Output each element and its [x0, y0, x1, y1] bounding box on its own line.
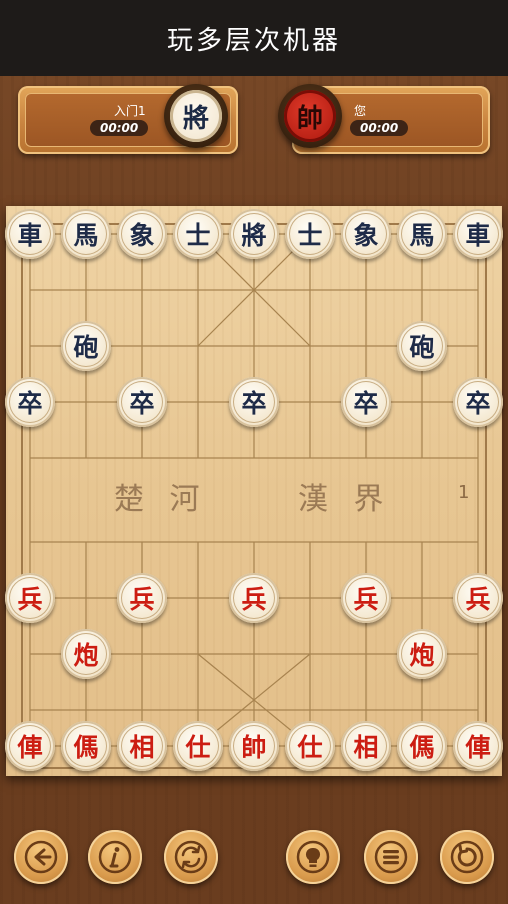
black-piece[interactable]: 馬: [397, 209, 447, 259]
red-piece[interactable]: 仕: [173, 721, 223, 771]
black-piece[interactable]: 卒: [5, 377, 55, 427]
black-piece[interactable]: 馬: [61, 209, 111, 259]
black-piece[interactable]: 卒: [117, 377, 167, 427]
black-piece[interactable]: 車: [5, 209, 55, 259]
lightbulb-icon: [296, 840, 330, 874]
black-piece[interactable]: 砲: [397, 321, 447, 371]
black-piece[interactable]: 卒: [341, 377, 391, 427]
black-piece[interactable]: 士: [285, 209, 335, 259]
info-icon: [98, 840, 132, 874]
back-arrow-icon: [24, 840, 58, 874]
black-piece[interactable]: 士: [173, 209, 223, 259]
undo-icon: [450, 840, 484, 874]
black-piece[interactable]: 象: [117, 209, 167, 259]
red-piece[interactable]: 傌: [397, 721, 447, 771]
board-grid: [21, 223, 487, 769]
red-piece[interactable]: 炮: [61, 629, 111, 679]
xiangqi-board[interactable]: 楚 河 漢 界 1: [6, 206, 502, 776]
move-counter: 1: [458, 482, 470, 503]
black-piece[interactable]: 將: [229, 209, 279, 259]
header-bar: 玩多层次机器: [0, 0, 508, 76]
swap-icon: [174, 840, 208, 874]
red-piece[interactable]: 兵: [5, 573, 55, 623]
player-timer: 00:00: [350, 120, 409, 136]
red-piece[interactable]: 兵: [341, 573, 391, 623]
hint-button[interactable]: [286, 830, 340, 884]
menu-button[interactable]: [364, 830, 418, 884]
black-piece[interactable]: 卒: [229, 377, 279, 427]
menu-icon: [374, 840, 408, 874]
river-label-chu-he: 楚 河: [114, 482, 208, 517]
river-label-han-jie: 漢 界: [298, 482, 392, 517]
opponent-avatar: 將: [164, 84, 228, 148]
red-piece[interactable]: 傌: [61, 721, 111, 771]
black-piece[interactable]: 車: [453, 209, 503, 259]
undo-button[interactable]: [440, 830, 494, 884]
red-piece[interactable]: 兵: [117, 573, 167, 623]
opponent-general-badge: 將: [170, 90, 222, 142]
red-piece[interactable]: 相: [117, 721, 167, 771]
player-avatar: 帥: [278, 84, 342, 148]
opponent-timer: 00:00: [90, 120, 149, 136]
red-piece[interactable]: 炮: [397, 629, 447, 679]
opponent-name: 入门1: [114, 104, 146, 118]
red-piece[interactable]: 兵: [229, 573, 279, 623]
info-button[interactable]: [88, 830, 142, 884]
red-piece[interactable]: 兵: [453, 573, 503, 623]
player-general-badge: 帥: [284, 90, 336, 142]
red-piece[interactable]: 俥: [5, 721, 55, 771]
black-piece[interactable]: 卒: [453, 377, 503, 427]
back-button[interactable]: [14, 830, 68, 884]
black-piece[interactable]: 象: [341, 209, 391, 259]
swap-sides-button[interactable]: [164, 830, 218, 884]
player-name: 您: [354, 104, 367, 118]
red-piece[interactable]: 俥: [453, 721, 503, 771]
page-title: 玩多层次机器: [166, 25, 341, 56]
black-piece[interactable]: 砲: [61, 321, 111, 371]
red-piece[interactable]: 帥: [229, 721, 279, 771]
red-piece[interactable]: 相: [341, 721, 391, 771]
red-piece[interactable]: 仕: [285, 721, 335, 771]
